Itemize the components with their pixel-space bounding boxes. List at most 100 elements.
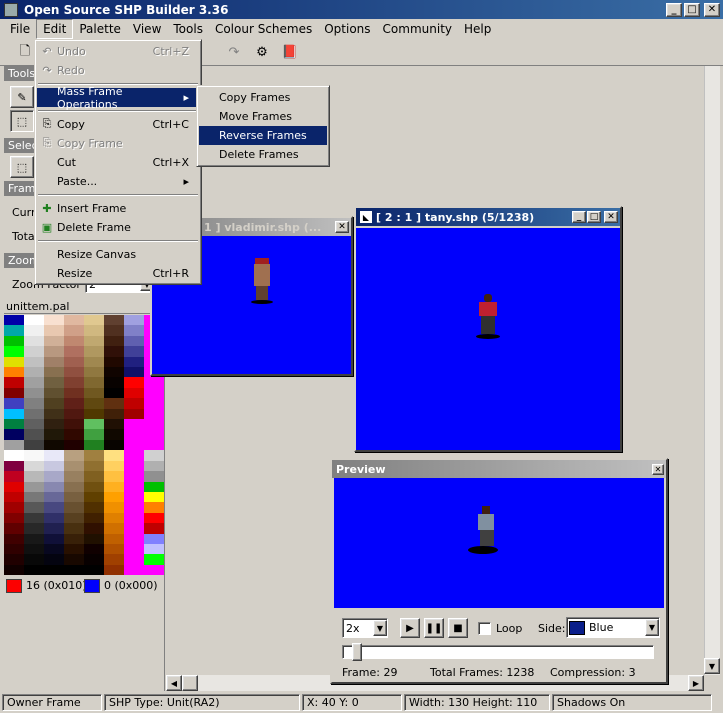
palette-swatch[interactable] (24, 315, 44, 326)
palette-swatch[interactable] (24, 460, 44, 472)
palette-swatch[interactable] (24, 533, 44, 544)
palette-swatch[interactable] (64, 419, 84, 430)
menu-copy-frame[interactable]: ⎘ Copy Frame (37, 134, 199, 153)
menu-redo[interactable]: ↷ Redo (37, 61, 199, 80)
palette-swatch[interactable] (4, 377, 24, 388)
menu-move-frames[interactable]: Move Frames (199, 107, 327, 126)
palette-swatch[interactable] (64, 367, 84, 378)
palette-swatch[interactable] (64, 325, 84, 336)
play-icon[interactable]: ▶ (400, 618, 420, 638)
palette-swatch[interactable] (84, 387, 104, 399)
palette-swatch[interactable] (64, 491, 84, 503)
palette-swatch[interactable] (84, 533, 104, 544)
palette-column[interactable] (124, 315, 144, 576)
tany-window[interactable]: ◣ [ 2 : 1 ] tany.shp (5/1238) _ □ ✕ (354, 206, 622, 452)
tany-close-button[interactable]: ✕ (604, 211, 618, 223)
palette-swatch[interactable] (84, 554, 104, 565)
palette-swatch[interactable] (24, 502, 44, 513)
palette-swatch[interactable] (84, 564, 104, 576)
palette-column[interactable] (84, 315, 104, 576)
menu-community[interactable]: Community (377, 20, 458, 38)
palette-swatch[interactable] (84, 408, 104, 420)
palette-swatch[interactable] (84, 460, 104, 472)
palette-swatch[interactable] (4, 502, 24, 513)
palette-swatch[interactable] (104, 502, 124, 513)
book-icon[interactable]: 📕 (279, 42, 301, 64)
palette-swatch[interactable] (64, 471, 84, 482)
palette-swatch[interactable] (124, 356, 144, 368)
palette-swatch[interactable] (84, 523, 104, 534)
palette-swatch[interactable] (144, 471, 164, 482)
palette-swatch[interactable] (104, 325, 124, 336)
palette-swatch[interactable] (44, 502, 64, 513)
palette-swatch[interactable] (124, 502, 144, 513)
palette-swatch[interactable] (84, 377, 104, 388)
menu-help[interactable]: Help (458, 20, 497, 38)
palette-swatch[interactable] (124, 408, 144, 420)
palette-swatch[interactable] (104, 564, 124, 576)
palette-swatch[interactable] (64, 554, 84, 565)
palette-swatch[interactable] (24, 408, 44, 420)
palette-swatch[interactable] (104, 356, 124, 368)
palette-swatch[interactable] (24, 471, 44, 482)
palette-swatch[interactable] (104, 408, 124, 420)
palette-swatch[interactable] (64, 512, 84, 524)
palette-swatch[interactable] (64, 346, 84, 357)
palette-swatch[interactable] (24, 543, 44, 555)
menu-reverse-frames[interactable]: Reverse Frames (199, 126, 327, 145)
palette-swatch[interactable] (4, 356, 24, 368)
palette-swatch[interactable] (44, 325, 64, 336)
palette-swatch[interactable] (124, 450, 144, 461)
palette-swatch[interactable] (104, 523, 124, 534)
palette-swatch[interactable] (64, 335, 84, 347)
palette-swatch[interactable] (104, 471, 124, 482)
palette-swatch[interactable] (124, 439, 144, 451)
palette-swatch[interactable] (84, 315, 104, 326)
palette-swatch[interactable] (84, 439, 104, 451)
palette-swatch[interactable] (24, 367, 44, 378)
palette-swatch[interactable] (124, 387, 144, 399)
palette-swatch[interactable] (104, 367, 124, 378)
palette-swatch[interactable] (144, 564, 164, 576)
palette-swatch[interactable] (64, 387, 84, 399)
menu-copy[interactable]: ⎘ Copy Ctrl+C (37, 115, 199, 134)
palette-swatch[interactable] (144, 408, 164, 420)
palette-swatch[interactable] (4, 543, 24, 555)
palette-swatch[interactable] (144, 450, 164, 461)
palette-swatch[interactable] (4, 387, 24, 399)
palette-swatch[interactable] (64, 502, 84, 513)
palette-swatch[interactable] (64, 481, 84, 492)
palette-swatch[interactable] (104, 554, 124, 565)
palette-swatch[interactable] (84, 398, 104, 409)
palette-swatch[interactable] (4, 325, 24, 336)
palette-swatch[interactable] (124, 471, 144, 482)
pause-icon[interactable]: ❚❚ (424, 618, 444, 638)
palette-swatch[interactable] (124, 429, 144, 440)
palette-swatch[interactable] (124, 512, 144, 524)
palette-swatch[interactable] (4, 398, 24, 409)
palette-swatch[interactable] (24, 523, 44, 534)
preview-close-button[interactable]: ✕ (652, 463, 664, 475)
palette-swatch[interactable] (44, 491, 64, 503)
palette-swatch[interactable] (4, 554, 24, 565)
palette-swatch[interactable] (84, 367, 104, 378)
palette-swatch[interactable] (4, 335, 24, 347)
palette-swatch[interactable] (24, 554, 44, 565)
palette-swatch[interactable] (144, 554, 164, 565)
palette-grid[interactable] (4, 315, 164, 576)
palette-swatch[interactable] (24, 325, 44, 336)
tany-canvas[interactable] (356, 228, 620, 450)
palette-swatch[interactable] (24, 564, 44, 576)
palette-column[interactable] (44, 315, 64, 576)
menu-view[interactable]: View (127, 20, 167, 38)
palette-swatch[interactable] (104, 450, 124, 461)
palette-swatch[interactable] (84, 471, 104, 482)
palette-swatch[interactable] (104, 512, 124, 524)
palette-swatch[interactable] (64, 533, 84, 544)
palette-swatch[interactable] (84, 450, 104, 461)
preview-window[interactable]: Preview ✕ 2x ▼ ▶ ❚❚ ■ Loop Side: Blue ▼ … (330, 458, 668, 684)
palette-swatch[interactable] (4, 481, 24, 492)
pencil-tool-icon[interactable]: ✎ (10, 86, 34, 108)
palette-column[interactable] (64, 315, 84, 576)
palette-swatch[interactable] (64, 408, 84, 420)
